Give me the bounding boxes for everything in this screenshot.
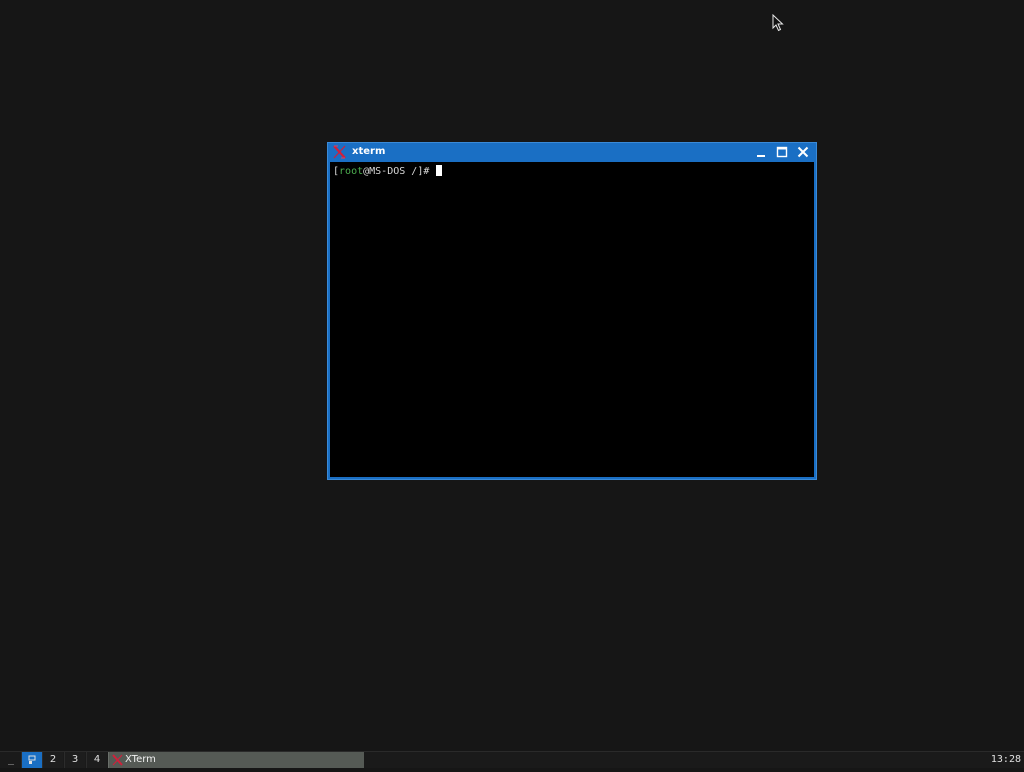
workspace-2-button[interactable]: 2 — [42, 752, 63, 768]
taskbar-item-xterm[interactable]: XTerm — [108, 752, 364, 768]
terminal-area[interactable]: [root@MS-DOS /]# — [330, 162, 814, 477]
close-button[interactable] — [796, 145, 810, 159]
active-workspace-icon — [28, 755, 36, 764]
prompt-path: / — [405, 166, 418, 177]
minimize-button[interactable] — [754, 145, 768, 159]
show-desktop-button[interactable]: _ — [2, 752, 20, 768]
clock: 13:28 — [990, 754, 1021, 765]
maximize-button[interactable] — [775, 145, 789, 159]
text-cursor — [436, 165, 443, 176]
workspace-1-button[interactable] — [21, 752, 42, 768]
desktop: xterm [root@MS-DOS /]# — [0, 0, 1024, 751]
window-titlebar[interactable]: xterm — [328, 143, 816, 161]
x-logo-icon — [112, 754, 123, 766]
xterm-window[interactable]: xterm [root@MS-DOS /]# — [327, 142, 817, 480]
prompt-user: root — [339, 166, 364, 177]
taskbar-item-label: XTerm — [125, 754, 156, 765]
prompt-host: @MS-DOS — [363, 166, 406, 177]
shell-prompt: [root@MS-DOS /]# — [333, 165, 443, 178]
workspace-4-button[interactable]: 4 — [86, 752, 107, 768]
window-title: xterm — [352, 146, 386, 157]
taskbar: _ 2 3 4 XTerm 13:28 — [0, 751, 1024, 768]
mouse-pointer-icon — [772, 14, 784, 32]
prompt-input[interactable] — [429, 166, 435, 177]
prompt-symbol: ]# — [417, 166, 430, 177]
workspace-3-button[interactable]: 3 — [64, 752, 85, 768]
x-logo-icon — [333, 145, 346, 159]
